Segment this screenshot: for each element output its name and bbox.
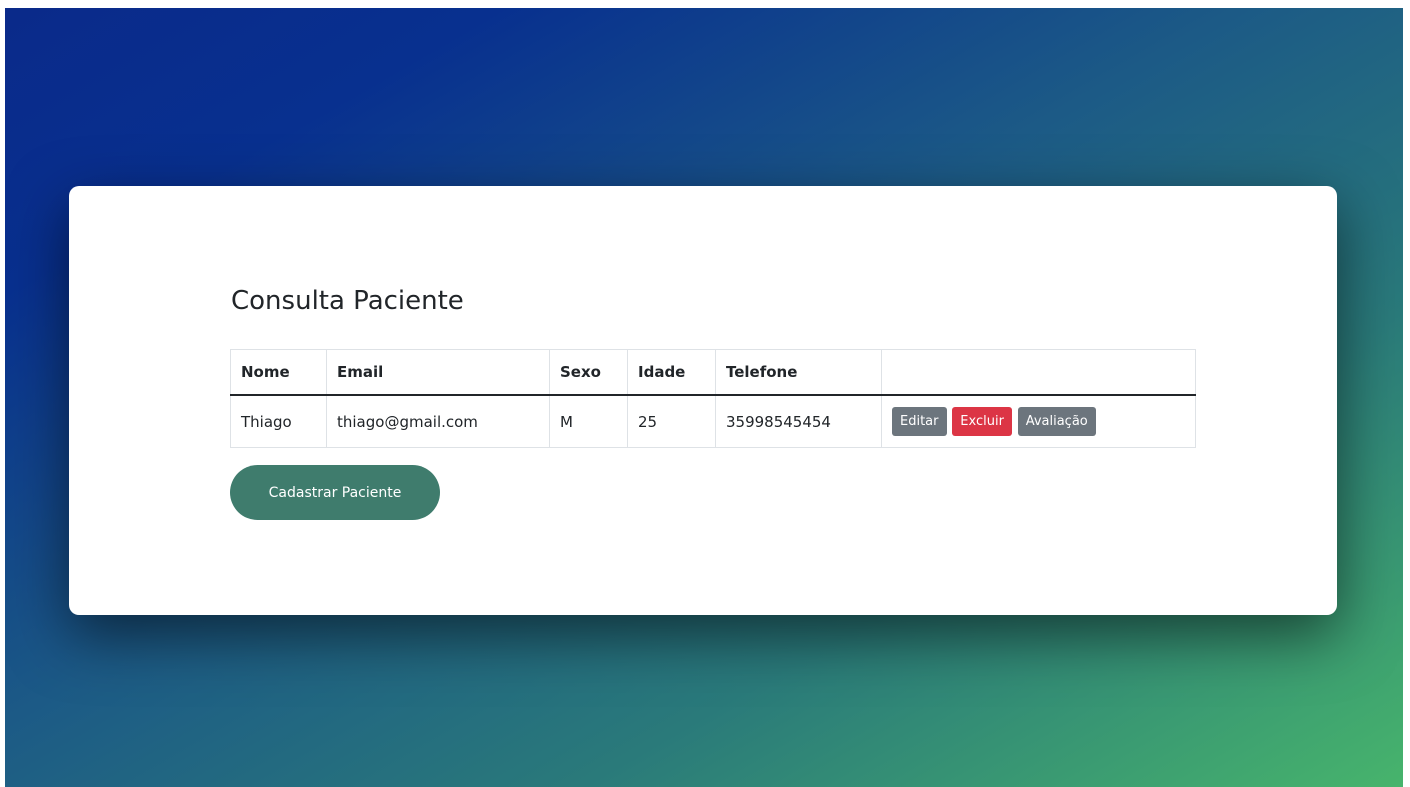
register-patient-button[interactable]: Cadastrar Paciente	[230, 465, 440, 520]
cell-sexo: M	[549, 394, 628, 448]
column-header-idade: Idade	[627, 349, 716, 396]
cell-email: thiago@gmail.com	[326, 394, 550, 448]
table-header: Nome Email Sexo Idade Telefone	[230, 349, 1196, 396]
column-header-actions	[881, 349, 1196, 396]
page-title: Consulta Paciente	[231, 286, 464, 316]
content-card: Consulta Paciente Nome Email Sexo Idade …	[69, 186, 1337, 615]
table-row: Thiago thiago@gmail.com M 25 35998545454…	[230, 394, 1196, 448]
column-header-telefone: Telefone	[715, 349, 882, 396]
cell-actions: Editar Excluir Avaliação	[881, 394, 1196, 448]
column-header-nome: Nome	[230, 349, 327, 396]
delete-button[interactable]: Excluir	[952, 407, 1012, 436]
cell-nome: Thiago	[230, 394, 327, 448]
column-header-email: Email	[326, 349, 550, 396]
column-header-sexo: Sexo	[549, 349, 628, 396]
page-background: Consulta Paciente Nome Email Sexo Idade …	[5, 8, 1403, 787]
table-body: Thiago thiago@gmail.com M 25 35998545454…	[230, 394, 1196, 448]
cell-telefone: 35998545454	[715, 394, 882, 448]
evaluation-button[interactable]: Avaliação	[1017, 407, 1096, 436]
cell-idade: 25	[627, 394, 716, 448]
edit-button[interactable]: Editar	[892, 407, 947, 436]
patients-table: Nome Email Sexo Idade Telefone Thiago th…	[230, 349, 1196, 448]
table-header-row: Nome Email Sexo Idade Telefone	[230, 349, 1196, 396]
